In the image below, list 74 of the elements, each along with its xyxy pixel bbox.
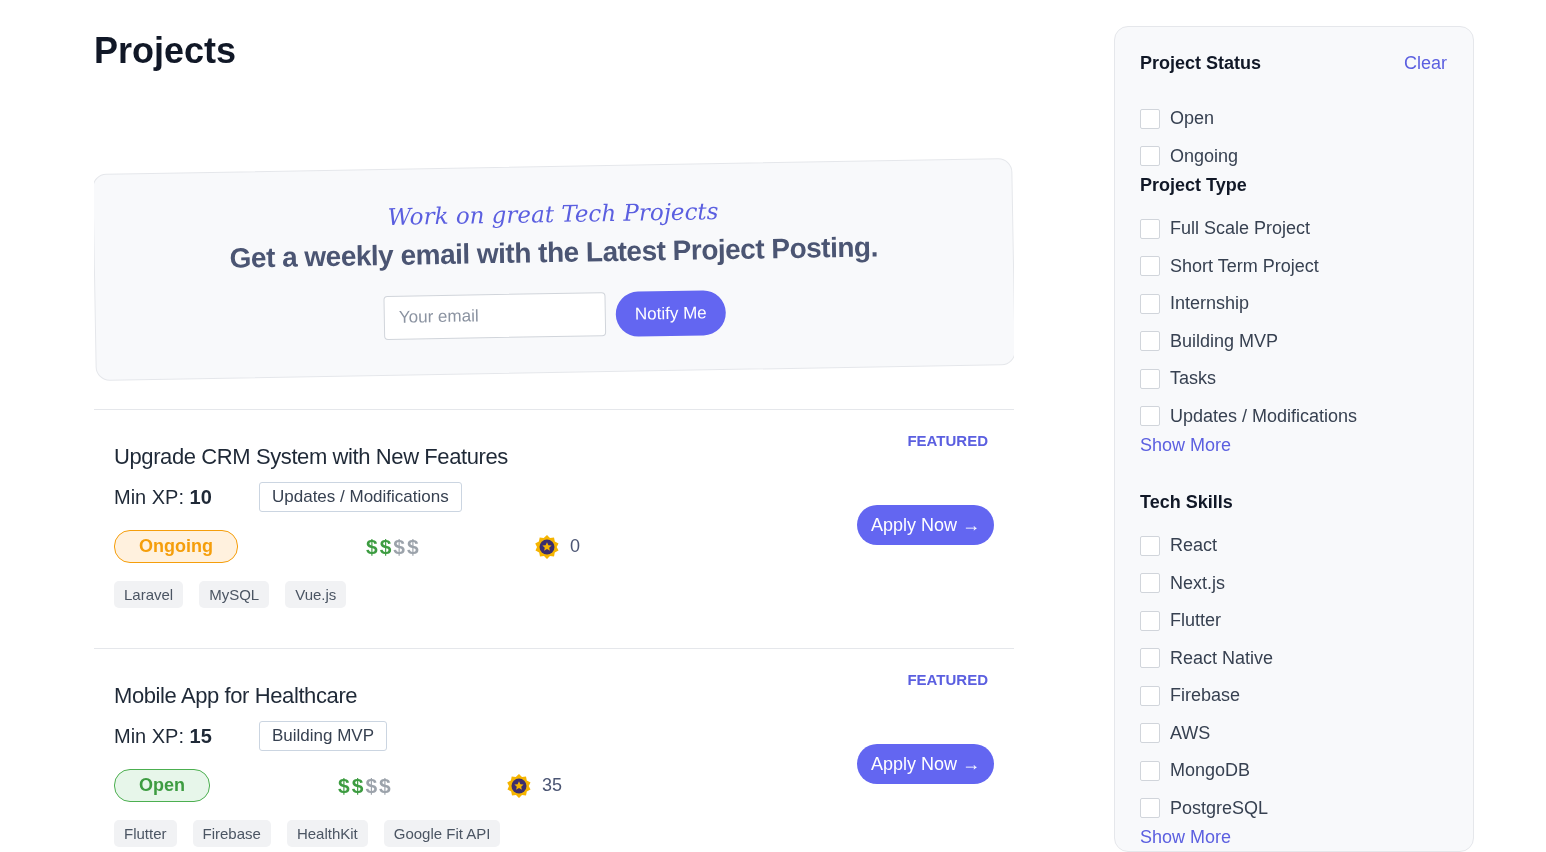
dollar-sign: $ (365, 773, 378, 798)
checkbox[interactable] (1140, 685, 1160, 706)
checkbox[interactable] (1140, 331, 1160, 352)
filter-option-label[interactable]: Short Term Project (1170, 255, 1319, 277)
checkbox[interactable] (1140, 535, 1160, 556)
filter-option-label[interactable]: Ongoing (1170, 145, 1239, 167)
dollar-sign: $ (393, 534, 406, 559)
email-field[interactable]: Your email (383, 292, 607, 340)
checkbox[interactable] (1140, 723, 1160, 744)
checkbox[interactable] (1140, 406, 1160, 427)
clear-link[interactable]: Clear (1404, 53, 1447, 74)
filter-option-label[interactable]: Next.js (1170, 572, 1225, 594)
dollar-sign: $ (379, 534, 392, 559)
checkbox[interactable] (1140, 218, 1160, 239)
checkbox[interactable] (1140, 146, 1160, 167)
checkbox[interactable] (1140, 648, 1160, 669)
headline: Get a weekly email with the Latest Project Posting. (229, 231, 879, 275)
featured-label: FEATURED (907, 671, 988, 688)
skill-tag: HealthKit (286, 820, 368, 847)
filter-option-label[interactable]: Building MVP (1170, 330, 1279, 352)
status-badge: Open (114, 769, 210, 802)
dollar-sign: $ (351, 773, 364, 798)
filter-option-label[interactable]: AWS (1170, 722, 1211, 744)
medal-icon (506, 772, 532, 799)
tagline: Work on great Tech Projects (387, 198, 719, 230)
checkbox[interactable] (1140, 798, 1160, 819)
checkbox[interactable] (1140, 256, 1160, 277)
show-more-link[interactable]: Show More (1140, 435, 1232, 456)
checkbox[interactable] (1140, 573, 1160, 594)
filter-option-label[interactable]: Updates / Modifications (1170, 405, 1358, 427)
project-title[interactable]: Mobile App for Healthcare (114, 683, 563, 709)
points-count: 35 (542, 775, 563, 796)
filter-option-label[interactable]: React (1170, 535, 1218, 557)
skill-tag: Vue.js (285, 581, 347, 608)
points-count: 0 (570, 536, 580, 557)
skill-tag: Laravel (114, 581, 184, 608)
filter-heading: Project Status (1140, 53, 1262, 74)
dollar-sign: $ (407, 534, 419, 559)
show-more-link[interactable]: Show More (1140, 827, 1232, 848)
checkbox[interactable] (1140, 610, 1160, 631)
checkbox[interactable] (1140, 108, 1160, 129)
filter-option-label[interactable]: Full Scale Project (1170, 218, 1311, 240)
medal-icon (534, 533, 560, 560)
filter-option-label[interactable]: Internship (1170, 293, 1250, 315)
min-xp: Min XP: 15 (114, 724, 213, 748)
project-title[interactable]: Upgrade CRM System with New Features (114, 444, 580, 470)
notify-button[interactable]: Notify Me (615, 290, 727, 337)
skill-tag: Firebase (192, 820, 271, 847)
filter-heading: Tech Skills (1140, 492, 1233, 513)
filter-option-label[interactable]: Flutter (1170, 610, 1221, 632)
dollar-sign: $ (366, 534, 378, 559)
project-type-tag: Building MVP (259, 721, 388, 751)
page-title: Projects (94, 30, 238, 73)
status-badge: Ongoing (114, 530, 238, 563)
featured-label: FEATURED (907, 432, 988, 449)
apply-button[interactable]: Apply Now → (856, 744, 994, 784)
filter-option-label[interactable]: Tasks (1170, 368, 1216, 390)
filter-option-label[interactable]: React Native (1170, 647, 1274, 669)
filter-option-label[interactable]: MongoDB (1170, 760, 1251, 782)
filter-option-label[interactable]: PostgreSQL (1170, 797, 1269, 819)
dollar-sign: $ (379, 773, 391, 798)
min-xp: Min XP: 10 (114, 485, 213, 509)
dollar-sign: $ (338, 773, 350, 798)
skill-tag: MySQL (199, 581, 270, 608)
filter-option-label[interactable]: Open (1170, 108, 1215, 130)
skill-tag: Google Fit API (383, 820, 501, 847)
project-type-tag: Updates / Modifications (259, 482, 462, 512)
skill-tag: Flutter (114, 820, 177, 847)
checkbox[interactable] (1140, 368, 1160, 389)
filter-option-label[interactable]: Firebase (1170, 685, 1241, 707)
checkbox[interactable] (1140, 293, 1160, 314)
checkbox[interactable] (1140, 760, 1160, 781)
apply-button[interactable]: Apply Now → (856, 505, 994, 545)
filter-heading: Project Type (1140, 175, 1247, 196)
